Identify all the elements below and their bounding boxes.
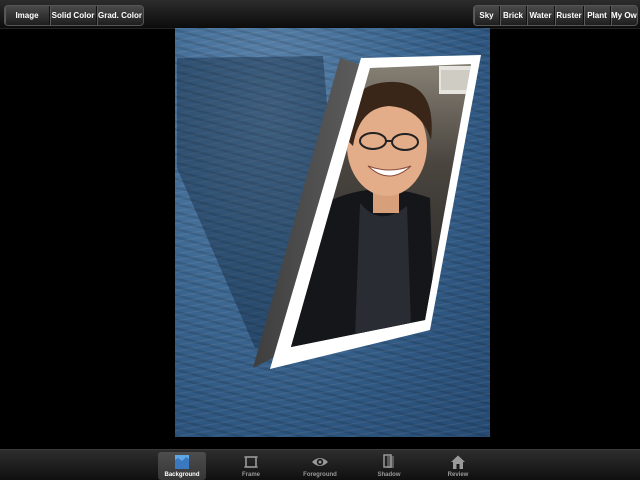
shadow-icon [383,454,394,468]
tab-review-label: Review [447,472,469,478]
top-toolbar: Image Solid Color Grad. Color Sky Brick … [0,0,640,29]
house-icon [451,455,465,469]
image-button[interactable]: Image [5,6,50,25]
app-screen: Image Solid Color Grad. Color Sky Brick … [0,0,640,480]
frame-icon [244,456,258,468]
tab-review[interactable]: Review [434,452,482,480]
brick-button[interactable]: Brick [500,6,527,25]
plant-button[interactable]: Plant [584,6,611,25]
tab-shadow-label: Shadow [377,472,401,478]
tab-frame-label: Frame [241,472,260,478]
tab-frame[interactable]: Frame [227,452,275,480]
my-own-button[interactable]: My Own [611,6,637,25]
water-button[interactable]: Water [527,6,555,25]
sky-button[interactable]: Sky [474,6,500,25]
tab-foreground-label: Foreground [303,472,337,478]
tab-background-label: Background [164,472,200,478]
tab-foreground[interactable]: Foreground [296,452,344,480]
texture-segmented-control: Sky Brick Water Ruster Plant My Own [473,5,638,26]
canvas-artwork [177,55,481,369]
tab-shadow[interactable]: Shadow [365,452,413,480]
ruster-button[interactable]: Ruster [555,6,584,25]
bottom-tab-bar: Background Frame Foreground Shadow Revie… [0,449,640,480]
solid-color-button[interactable]: Solid Color [50,6,97,25]
eye-icon [312,458,328,466]
gradient-color-button[interactable]: Grad. Color [97,6,143,25]
background-icon [175,455,189,469]
editing-canvas[interactable] [175,28,490,437]
tab-background[interactable]: Background [158,452,206,480]
background-type-segmented-control: Image Solid Color Grad. Color [4,5,144,26]
